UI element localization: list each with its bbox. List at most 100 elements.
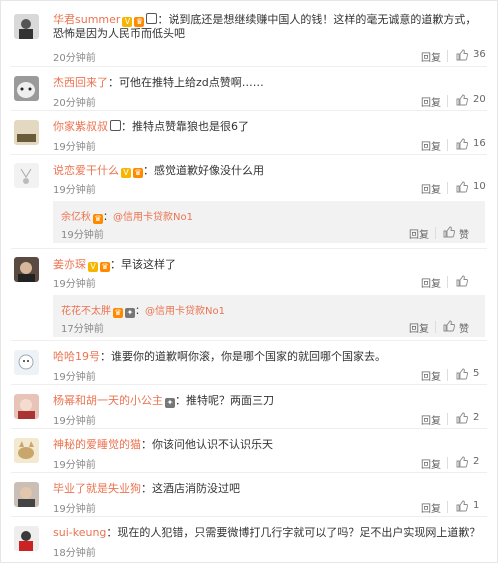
panda-badge-icon — [146, 13, 158, 24]
comment-body: sui-keung：现在的人犯错，只需要微博打几行字就可以了吗？足不出户实现网上… — [53, 526, 481, 539]
reply-button[interactable]: 回复 — [421, 456, 441, 471]
comment-time: 19分钟前 — [53, 279, 96, 290]
reply-button[interactable]: 回复 — [409, 320, 429, 335]
comment-username[interactable]: 华君summer — [53, 13, 120, 26]
mention-link[interactable]: @信用卡贷款No1 — [113, 212, 193, 223]
comment-time: 18分钟前 — [53, 548, 96, 559]
like-icon[interactable] — [456, 49, 468, 61]
avatar[interactable] — [14, 76, 39, 101]
comment-item: 说恋爱干什么 V ♛：感觉道歉好像没什么用 19分钟前 回复 10 余亿秋 ♛：@信用… — [1, 155, 497, 249]
like-icon[interactable] — [456, 456, 468, 468]
like-count: 5 — [473, 368, 480, 379]
like-icon[interactable] — [456, 138, 468, 150]
avatar[interactable] — [14, 120, 39, 145]
avatar[interactable] — [14, 350, 39, 375]
sub-reply-time: 17分钟前 — [61, 324, 104, 335]
comment-username[interactable]: 杨幂和胡一天的小公主 — [53, 394, 163, 407]
comment-body: 华君summer V ♛ ：说到底还是想继续赚中国人的钱！这样的毫无诚意的道歉方式，恐… — [53, 13, 477, 40]
avatar[interactable] — [14, 14, 39, 39]
verified-badge-icon: V — [121, 168, 131, 178]
comment-item: 华君summer V ♛ ：说到底还是想继续赚中国人的钱！这样的毫无诚意的道歉方式，恐… — [1, 1, 497, 67]
comment-item: sui-keung：现在的人犯错，只需要微博打几行字就可以了吗？足不出户实现网上… — [1, 517, 497, 564]
comment-time: 19分钟前 — [53, 185, 96, 196]
verified-badge-icon: V — [122, 17, 133, 27]
comment-time: 19分钟前 — [53, 504, 96, 515]
divider — [447, 457, 448, 469]
like-icon[interactable] — [443, 320, 455, 332]
member-crown-icon: ♛ — [133, 168, 143, 178]
divider — [447, 95, 448, 107]
comment-item: 神秘的爱睡觉的猫：你该问他认识不认识乐天 19分钟前 回复 2 — [1, 429, 497, 473]
divider — [447, 276, 448, 288]
divider — [447, 50, 448, 62]
reply-button[interactable]: 回复 — [421, 368, 441, 383]
avatar[interactable] — [14, 526, 39, 551]
reply-button[interactable]: 回复 — [421, 500, 441, 515]
reply-button[interactable]: 回复 — [421, 275, 441, 290]
comment-text: 感觉道歉好像没什么用 — [154, 164, 264, 177]
comment-body: 哈哈19号：谁要你的道歉啊你滚，你是哪个国家的就回哪个国家去。 — [53, 350, 386, 363]
reply-button[interactable]: 回复 — [421, 94, 441, 109]
like-count: 20 — [473, 94, 486, 105]
comment-item: 你家紫叔叔 ：推特点赞靠狼也是很6了 19分钟前 回复 16 — [1, 111, 497, 155]
member-crown-icon: ♛ — [134, 17, 145, 27]
sub-reply: 余亿秋 ♛：@信用卡贷款No1 19分钟前 回复 赞 — [53, 201, 485, 243]
like-label: 赞 — [459, 324, 469, 335]
divider — [447, 369, 448, 381]
avatar[interactable] — [14, 438, 39, 463]
comment-text: 可他在推特上给zd点赞啊…… — [119, 76, 264, 89]
avatar[interactable] — [14, 394, 39, 419]
like-count: 2 — [473, 412, 480, 423]
reply-button[interactable]: 回复 — [409, 226, 429, 241]
like-icon[interactable] — [456, 181, 468, 193]
like-count: 1 — [473, 500, 480, 511]
like-count: 16 — [473, 138, 486, 149]
level-badge-icon: ✦ — [125, 308, 135, 318]
comment-time: 19分钟前 — [53, 460, 96, 471]
comment-username[interactable]: 杰西回来了 — [53, 76, 108, 89]
like-icon[interactable] — [456, 275, 468, 287]
comment-body: 杰西回来了：可他在推特上给zd点赞啊…… — [53, 76, 264, 89]
comment-text: 现在的人犯错，只需要微博打几行字就可以了吗？足不出户实现网上道歉？ — [117, 526, 481, 539]
like-icon[interactable] — [456, 412, 468, 424]
comment-item: 姜亦琛 V ♛：早该这样了 19分钟前 回复 花花不太胖 ♛ ✦ ：@信用卡贷款No1 1… — [1, 249, 497, 341]
mention-link[interactable]: @信用卡贷款No1 — [145, 306, 225, 317]
divider — [435, 321, 436, 333]
comment-body: 姜亦琛 V ♛：早该这样了 — [53, 258, 176, 272]
comment-username[interactable]: sui-keung — [53, 526, 106, 539]
divider — [447, 501, 448, 513]
like-icon[interactable] — [456, 94, 468, 106]
comment-item: 杨幂和胡一天的小公主 ✦ ：推特呢？两面三刀 19分钟前 回复 2 — [1, 385, 497, 429]
comment-username[interactable]: 毕业了就是失业狗 — [53, 482, 141, 495]
like-icon[interactable] — [443, 226, 455, 238]
sub-reply: 花花不太胖 ♛ ✦ ：@信用卡贷款No1 17分钟前 回复 赞 — [53, 295, 485, 337]
comment-body: 说恋爱干什么 V ♛：感觉道歉好像没什么用 — [53, 164, 264, 178]
comment-username[interactable]: 说恋爱干什么 — [53, 164, 119, 177]
reply-button[interactable]: 回复 — [421, 181, 441, 196]
comment-username[interactable]: 神秘的爱睡觉的猫 — [53, 438, 141, 451]
member-crown-icon: ♛ — [113, 308, 123, 318]
like-icon[interactable] — [456, 500, 468, 512]
avatar[interactable] — [14, 257, 39, 282]
comment-list: 华君summer V ♛ ：说到底还是想继续赚中国人的钱！这样的毫无诚意的道歉方式，恐… — [0, 0, 498, 563]
member-crown-icon: ♛ — [100, 262, 110, 272]
comment-text: 谁要你的道歉啊你滚，你是哪个国家的就回哪个国家去。 — [111, 350, 386, 363]
sub-reply-username[interactable]: 余亿秋 — [61, 212, 91, 223]
reply-button[interactable]: 回复 — [421, 412, 441, 427]
sub-reply-username[interactable]: 花花不太胖 — [61, 306, 111, 317]
like-icon[interactable] — [456, 368, 468, 380]
comment-username[interactable]: 姜亦琛 — [53, 258, 86, 271]
divider — [435, 227, 436, 239]
comment-username[interactable]: 哈哈19号 — [53, 350, 100, 363]
reply-button[interactable]: 回复 — [421, 138, 441, 153]
comment-body: 杨幂和胡一天的小公主 ✦ ：推特呢？两面三刀 — [53, 394, 274, 408]
reply-button[interactable]: 回复 — [421, 49, 441, 64]
comment-text: 推特点赞靠狼也是很6了 — [132, 120, 249, 133]
like-count: 2 — [473, 456, 480, 467]
comment-time: 19分钟前 — [53, 142, 96, 153]
avatar[interactable] — [14, 482, 39, 507]
comment-item: 毕业了就是失业狗：这酒店消防没过吧 19分钟前 回复 1 — [1, 473, 497, 517]
avatar[interactable] — [14, 163, 39, 188]
comment-username[interactable]: 你家紫叔叔 — [53, 120, 108, 133]
comment-body: 你家紫叔叔 ：推特点赞靠狼也是很6了 — [53, 120, 249, 133]
